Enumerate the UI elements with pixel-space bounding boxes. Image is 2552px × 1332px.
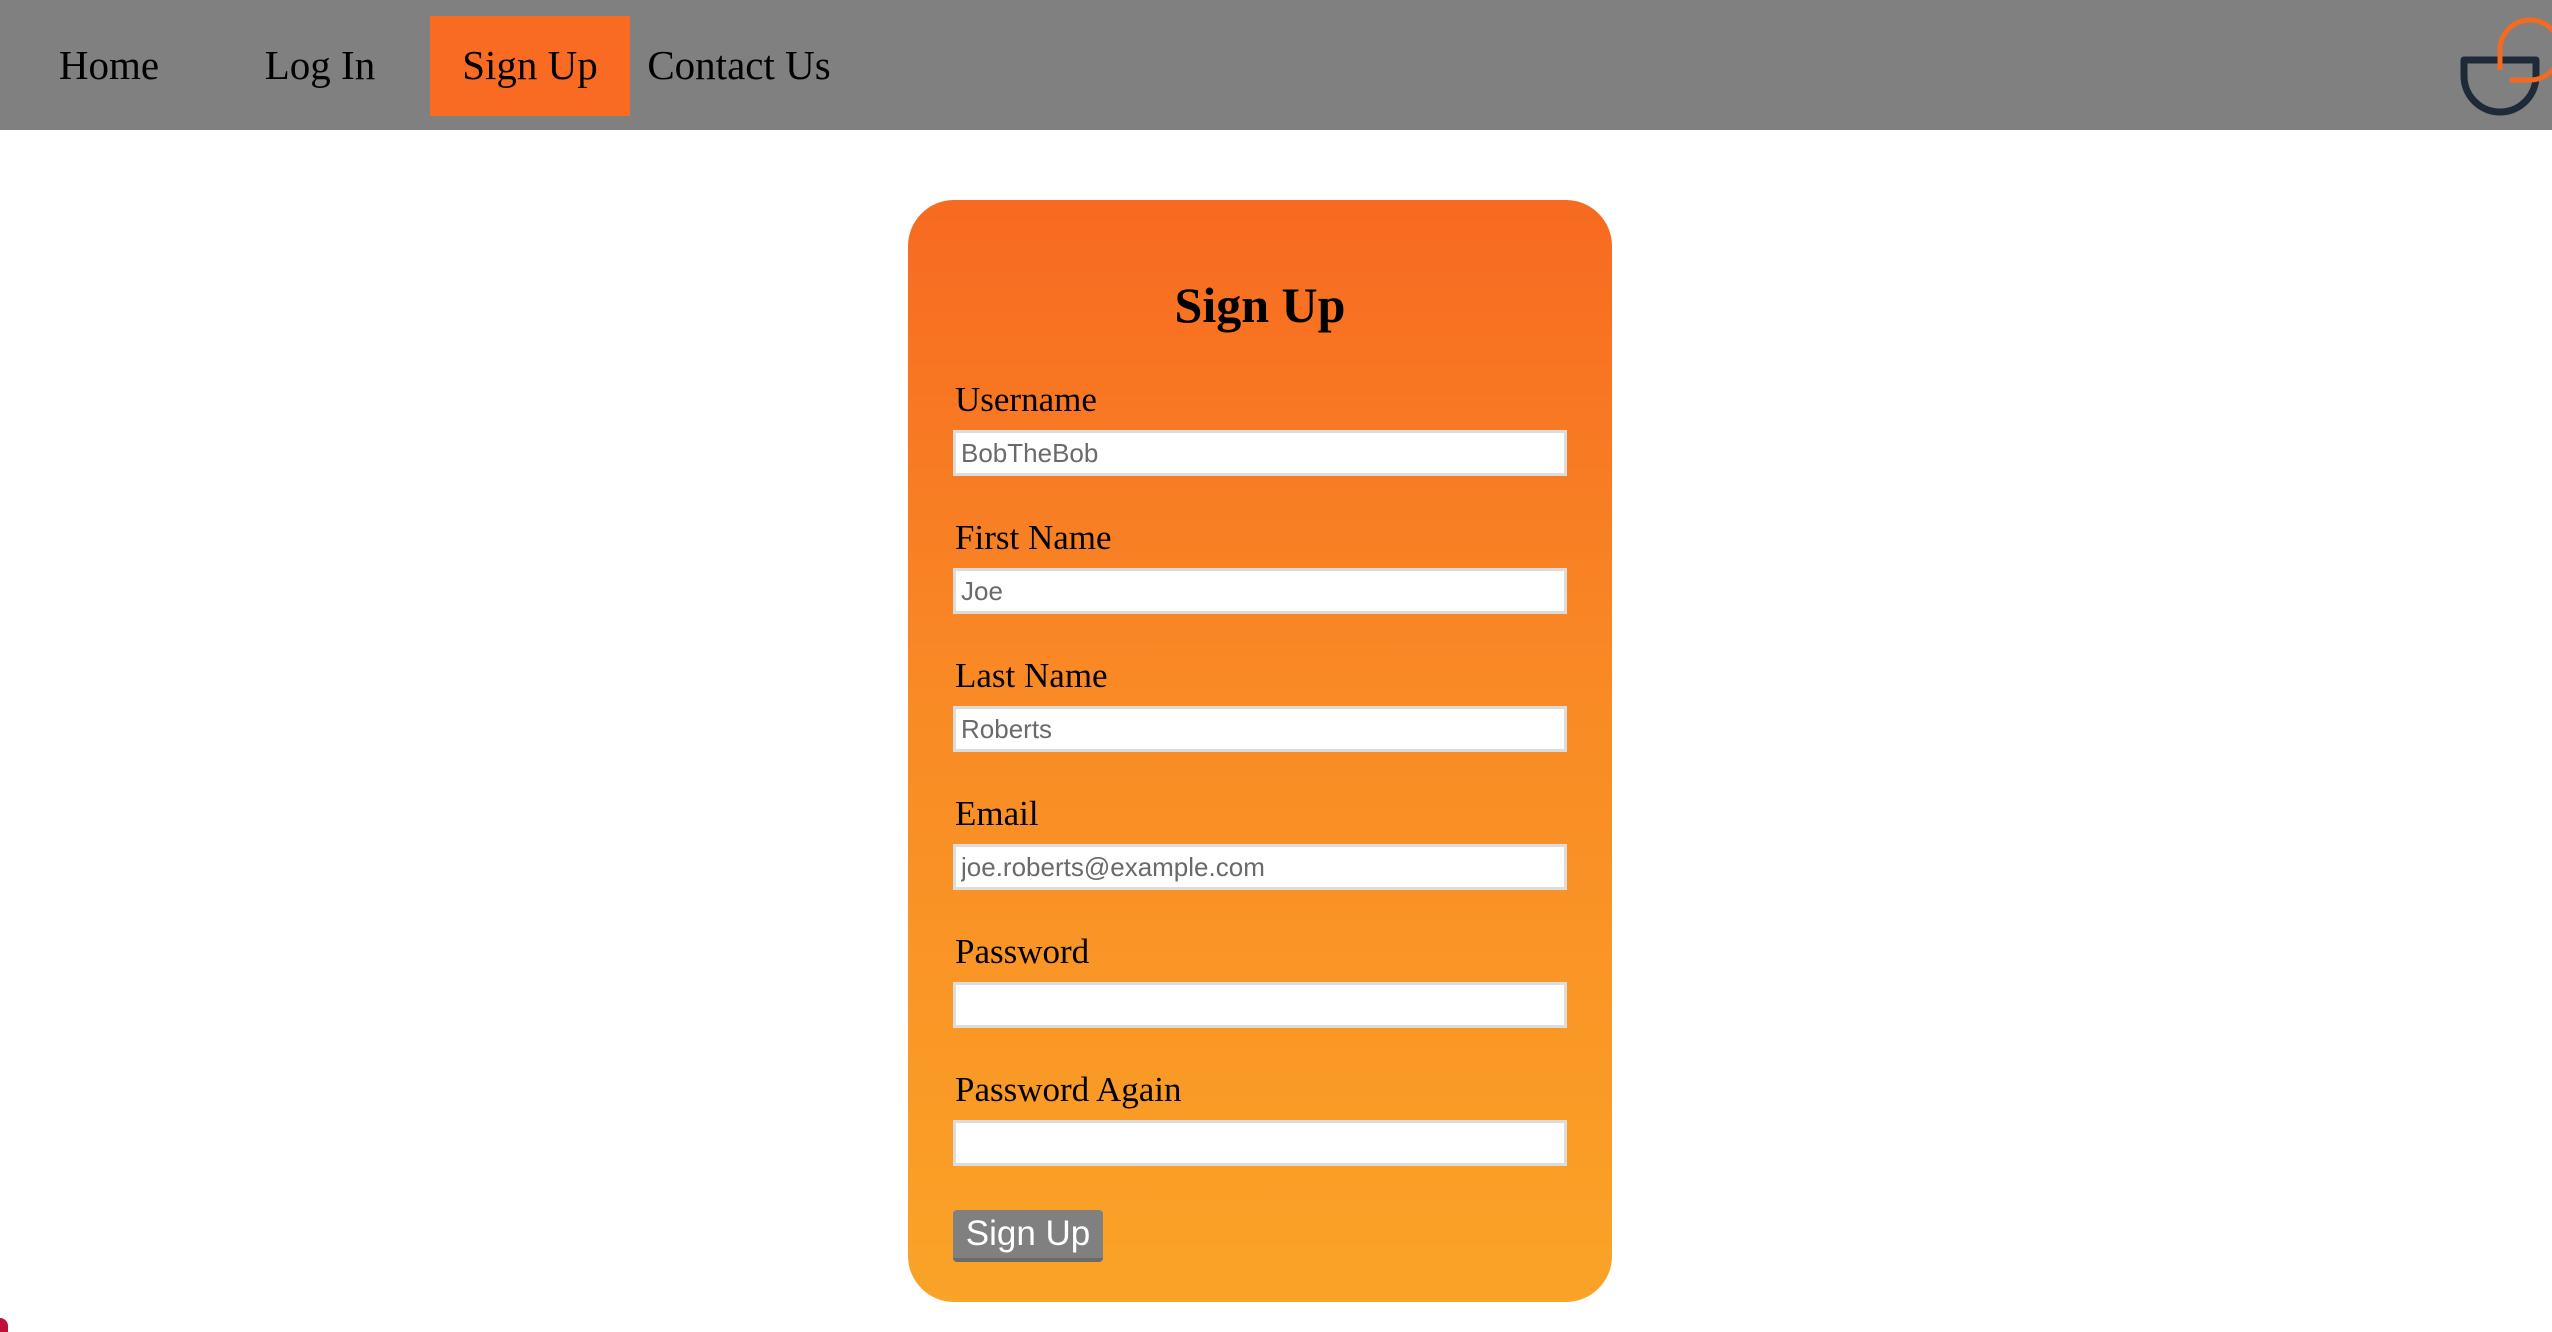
logo-icon[interactable] bbox=[2450, 10, 2552, 120]
nav-item-signup[interactable]: Sign Up bbox=[430, 16, 630, 116]
form-title: Sign Up bbox=[1174, 277, 1346, 333]
first-name-label: First Name bbox=[955, 518, 1112, 557]
signup-submit-button[interactable]: Sign Up bbox=[953, 1210, 1103, 1262]
username-input[interactable] bbox=[953, 430, 1567, 476]
signup-form-card: Sign Up Username First Name Last Name Em… bbox=[908, 200, 1612, 1302]
username-label: Username bbox=[955, 380, 1097, 419]
top-navbar: Home Log In Sign Up Contact Us bbox=[0, 0, 2552, 130]
password-again-input[interactable] bbox=[953, 1120, 1567, 1166]
page-corner-decoration bbox=[0, 1318, 8, 1332]
last-name-label: Last Name bbox=[955, 656, 1108, 695]
email-input[interactable] bbox=[953, 844, 1567, 890]
password-again-label: Password Again bbox=[955, 1070, 1182, 1109]
email-label: Email bbox=[955, 794, 1039, 833]
first-name-input[interactable] bbox=[953, 568, 1567, 614]
password-label: Password bbox=[955, 932, 1090, 971]
last-name-input[interactable] bbox=[953, 706, 1567, 752]
nav-item-login[interactable]: Log In bbox=[238, 16, 402, 116]
nav-item-contact[interactable]: Contact Us bbox=[636, 16, 842, 116]
nav-item-home[interactable]: Home bbox=[30, 16, 188, 116]
password-input[interactable] bbox=[953, 982, 1567, 1028]
